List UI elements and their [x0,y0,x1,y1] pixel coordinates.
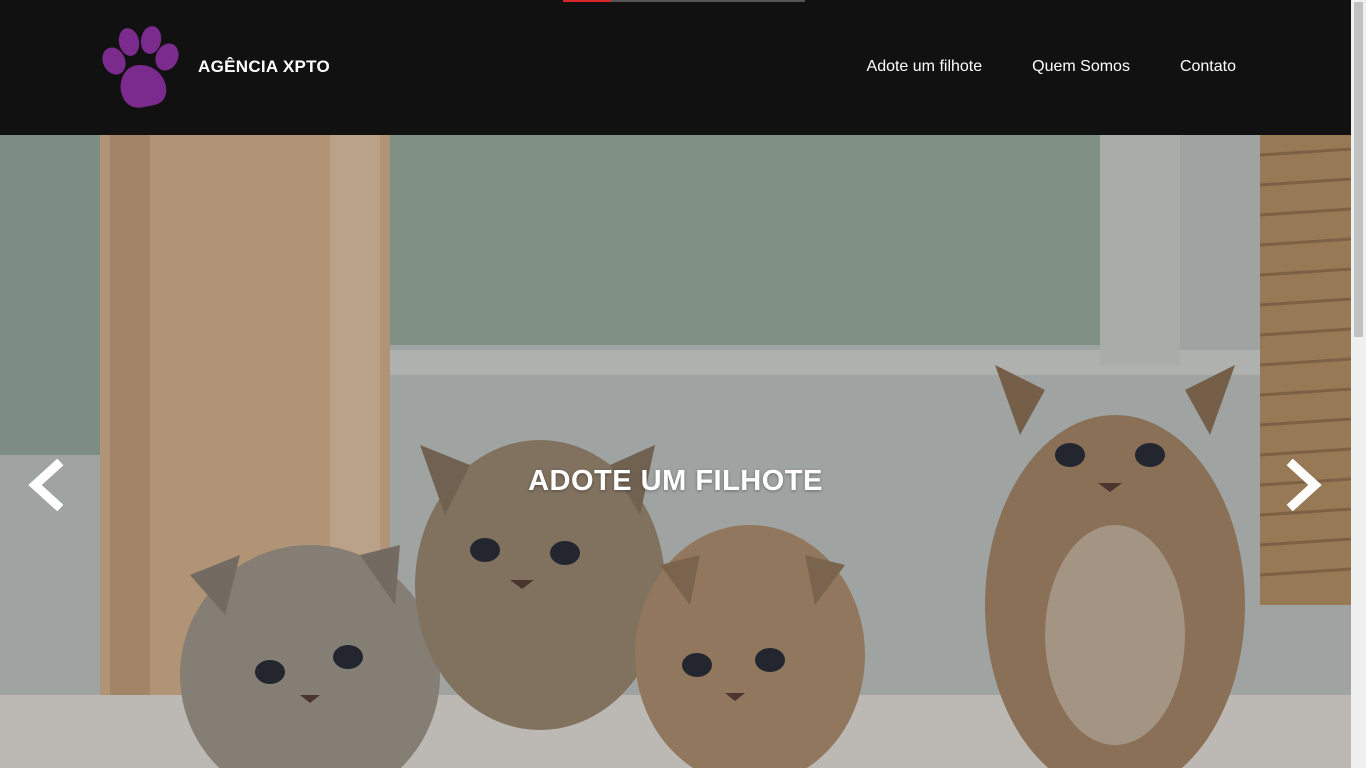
carousel-indicators [563,0,805,2]
page: AGÊNCIA XPTO Adote um filhote Quem Somos… [0,0,1351,768]
brand-name[interactable]: AGÊNCIA XPTO [198,57,330,77]
paw-logo-icon[interactable] [100,25,180,110]
page-scrollbar[interactable] [1351,0,1366,768]
scrollbar-thumb[interactable] [1354,2,1363,337]
site-header: AGÊNCIA XPTO Adote um filhote Quem Somos… [0,0,1351,135]
hero-title: ADOTE UM FILHOTE [528,465,823,497]
carousel-indicator-1[interactable] [563,0,611,2]
chevron-right-icon[interactable] [1285,459,1325,511]
hero-overlay [0,135,1351,768]
carousel-indicator-2[interactable] [611,0,805,2]
main-nav: Adote um filhote Quem Somos Contato [867,58,1236,76]
hero-carousel: ADOTE UM FILHOTE [0,135,1351,768]
nav-item-contato[interactable]: Contato [1180,58,1236,76]
nav-item-quem-somos[interactable]: Quem Somos [1032,58,1130,76]
nav-item-adote[interactable]: Adote um filhote [867,58,983,76]
chevron-left-icon[interactable] [25,459,65,511]
